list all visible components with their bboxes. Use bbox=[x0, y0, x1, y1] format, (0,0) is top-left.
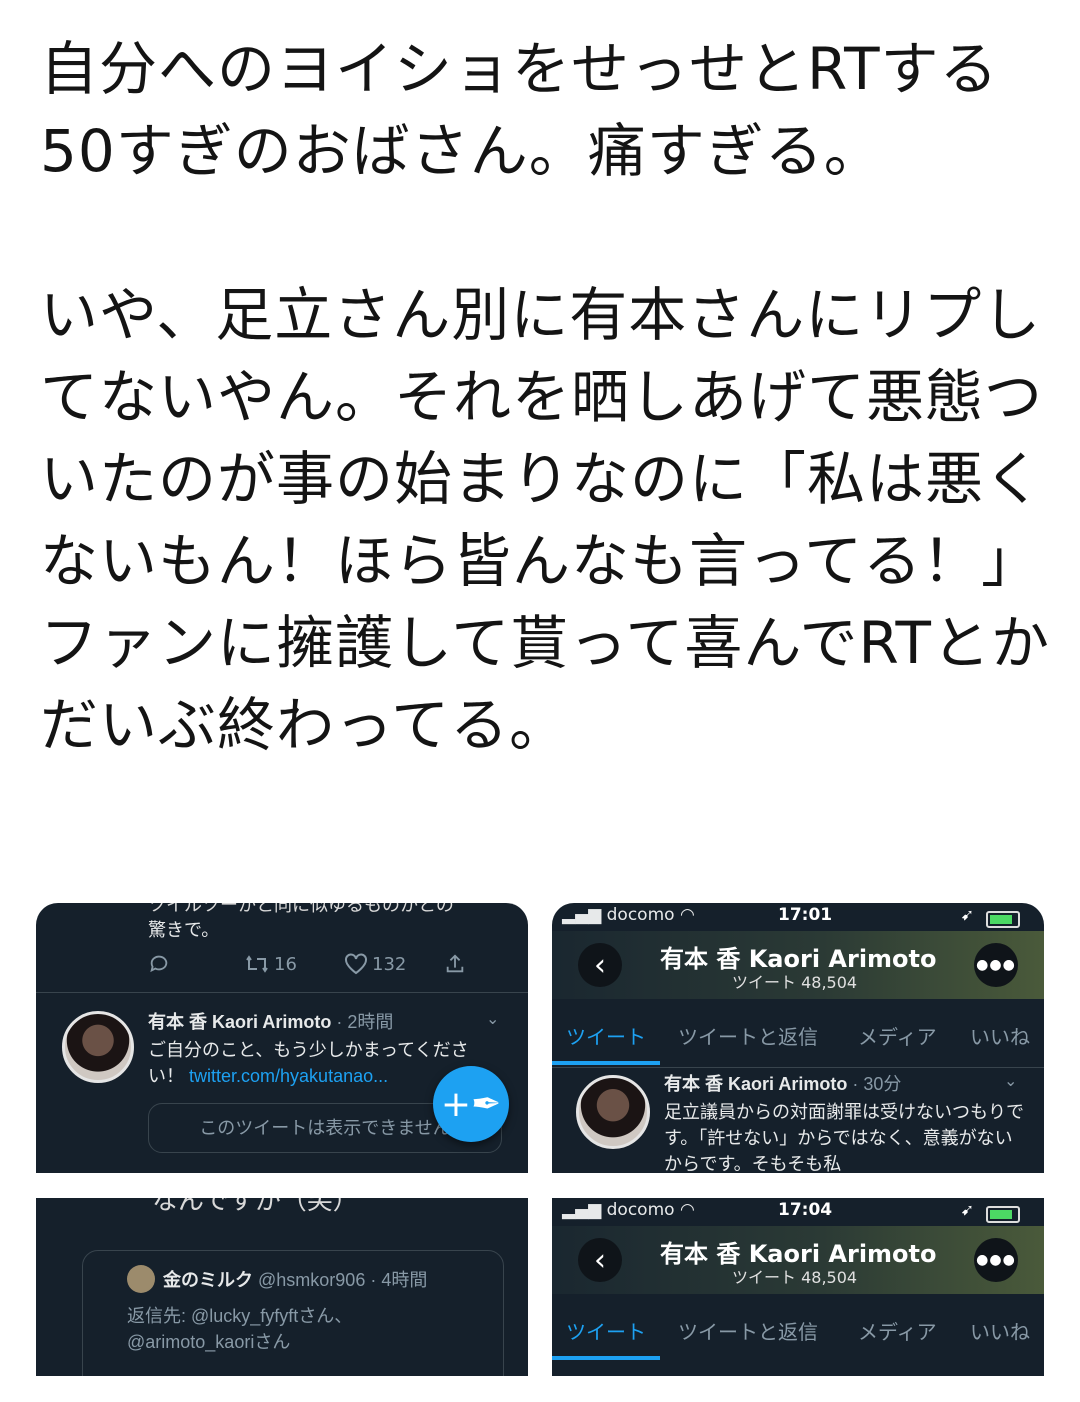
chevron-down-icon[interactable]: ⌄ bbox=[486, 1009, 499, 1028]
chevron-left-icon: ‹ bbox=[594, 947, 606, 983]
clock: 17:01 bbox=[778, 905, 833, 925]
tweet-link[interactable]: twitter.com/hyakutanao... bbox=[189, 1066, 388, 1086]
divider bbox=[552, 1067, 1044, 1068]
status-bar: ▂▄▆ docomo ◠ 17:01 ➹ bbox=[552, 903, 1044, 931]
reply-to-line: 返信先: @lucky_fyfyftさん、 @arimoto_kaoriさん bbox=[127, 1303, 497, 1355]
screenshot-reply-card: なんですか（笑） 金のミルク @hsmkor906 · 4時間 返信先: @lu… bbox=[36, 1198, 528, 1376]
signal-icon: ▂▄▆ bbox=[562, 1200, 607, 1220]
profile-header: ‹ 有本 香 Kaori Arimoto ツイート 48,504 ●●● bbox=[552, 931, 1044, 999]
avatar[interactable] bbox=[127, 1265, 155, 1293]
tweet-time: · 30分 bbox=[852, 1074, 902, 1094]
back-button[interactable]: ‹ bbox=[578, 943, 622, 987]
tab-likes[interactable]: いいね bbox=[970, 1021, 1030, 1050]
feather-plus-icon: +✒ bbox=[440, 1083, 502, 1125]
tab-likes[interactable]: いいね bbox=[970, 1316, 1030, 1345]
chevron-left-icon: ‹ bbox=[594, 1242, 606, 1278]
back-button[interactable]: ‹ bbox=[578, 1238, 622, 1282]
cropped-text: ツイルツーかと同に似ゆるものかとの bbox=[148, 903, 454, 916]
tweet-count: ツイート 48,504 bbox=[732, 1268, 858, 1287]
profile-header: ‹ 有本 香 Kaori Arimoto ツイート 48,504 ●●● bbox=[552, 1226, 1044, 1294]
unavailable-text: このツイートは表示できません bbox=[199, 1118, 451, 1138]
author-handle: @hsmkor906 · 4時間 bbox=[258, 1270, 428, 1290]
carrier: ▂▄▆ docomo ◠ bbox=[562, 1200, 695, 1220]
tab-media[interactable]: メディア bbox=[858, 1021, 937, 1050]
tweet-body-text: 自分へのヨイショをせっせとRTする50すぎのおばさん。痛すぎる。 いや、足立さん… bbox=[40, 35, 1050, 759]
tweet-header: 有本 香 Kaori Arimoto · 2時間 bbox=[148, 1009, 393, 1035]
tweet-body: 足立議員からの対面謝罪は受けないつもりです。「許せない」からではなく、意義がない… bbox=[664, 1102, 1024, 1173]
avatar[interactable] bbox=[62, 1011, 134, 1083]
battery-icon bbox=[986, 911, 1020, 928]
profile-tabs: ツイート ツイートと返信 メディア いいね bbox=[552, 1294, 1044, 1362]
tab-tweets[interactable]: ツイート bbox=[566, 1021, 646, 1050]
active-tab-indicator bbox=[552, 1356, 660, 1360]
profile-tabs: ツイート ツイートと返信 メディア いいね bbox=[552, 999, 1044, 1067]
signal-icon: ▂▄▆ bbox=[562, 905, 607, 925]
tweet-count: ツイート 48,504 bbox=[732, 973, 858, 992]
tab-tweets-replies[interactable]: ツイートと返信 bbox=[678, 1316, 818, 1345]
reply-user[interactable]: @arimoto_kaori bbox=[127, 1332, 254, 1352]
screenshot-profile-2: ▂▄▆ docomo ◠ 17:04 ➹ ‹ 有本 香 Kaori Arimot… bbox=[552, 1198, 1044, 1376]
share-icon[interactable] bbox=[444, 953, 466, 975]
active-tab-indicator bbox=[552, 1061, 660, 1065]
reply-prefix: 返信先: bbox=[127, 1306, 192, 1326]
author-name[interactable]: 有本 香 Kaori Arimoto bbox=[148, 1012, 331, 1032]
card-header: 金のミルク @hsmkor906 · 4時間 bbox=[163, 1267, 427, 1293]
divider bbox=[36, 992, 528, 993]
tweet-header: 有本 香 Kaori Arimoto · 30分 bbox=[664, 1071, 901, 1097]
more-button[interactable]: ●●● bbox=[974, 1238, 1018, 1282]
retweet-count: 16 bbox=[274, 953, 297, 975]
like-button[interactable]: 132 bbox=[344, 953, 406, 975]
reply-user[interactable]: @lucky_fyfyft bbox=[191, 1306, 298, 1326]
carrier-label: docomo bbox=[606, 905, 675, 925]
carrier-label: docomo bbox=[606, 1200, 675, 1220]
battery-icon bbox=[986, 1206, 1020, 1223]
heart-icon bbox=[345, 953, 367, 975]
clock: 17:04 bbox=[778, 1200, 833, 1220]
more-icon: ●●● bbox=[976, 1252, 1016, 1268]
more-icon: ●●● bbox=[976, 957, 1016, 973]
wifi-icon: ◠ bbox=[679, 905, 695, 925]
reply-icon[interactable] bbox=[148, 953, 170, 975]
tweet-time: · 2時間 bbox=[336, 1012, 394, 1032]
tab-tweets[interactable]: ツイート bbox=[566, 1316, 646, 1345]
author-name[interactable]: 有本 香 Kaori Arimoto bbox=[664, 1074, 847, 1094]
location-icon: ➹ bbox=[960, 905, 974, 924]
reply-sep: さん、 bbox=[298, 1306, 353, 1326]
more-button[interactable]: ●●● bbox=[974, 943, 1018, 987]
quoted-tweet-card[interactable]: 金のミルク @hsmkor906 · 4時間 返信先: @lucky_fyfyf… bbox=[82, 1250, 504, 1376]
screenshot-profile-1: ▂▄▆ docomo ◠ 17:01 ➹ ‹ 有本 香 Kaori Arimot… bbox=[552, 903, 1044, 1173]
screenshot-reply-thread: ツイルツーかと同に似ゆるものかとの 驚きで。 16 132 有本 香 Kaori… bbox=[36, 903, 528, 1173]
wifi-icon: ◠ bbox=[679, 1200, 695, 1220]
tab-media[interactable]: メディア bbox=[858, 1316, 937, 1345]
status-bar: ▂▄▆ docomo ◠ 17:04 ➹ bbox=[552, 1198, 1044, 1226]
tweet-actions: 16 132 bbox=[148, 953, 478, 979]
location-icon: ➹ bbox=[960, 1200, 974, 1219]
retweet-icon bbox=[246, 955, 268, 973]
tab-tweets-replies[interactable]: ツイートと返信 bbox=[678, 1021, 818, 1050]
carrier: ▂▄▆ docomo ◠ bbox=[562, 905, 695, 925]
avatar[interactable] bbox=[576, 1075, 650, 1149]
chevron-down-icon[interactable]: ⌄ bbox=[1004, 1071, 1017, 1090]
compose-button[interactable]: +✒ bbox=[433, 1066, 509, 1142]
tweet-text-fragment: 驚きで。 bbox=[148, 920, 220, 940]
cropped-text: なんですか（笑） bbox=[152, 1198, 359, 1216]
reply-suffix: さん bbox=[254, 1332, 291, 1352]
author-name[interactable]: 金のミルク bbox=[163, 1270, 253, 1290]
like-count: 132 bbox=[372, 953, 407, 975]
retweet-button[interactable]: 16 bbox=[244, 953, 297, 975]
